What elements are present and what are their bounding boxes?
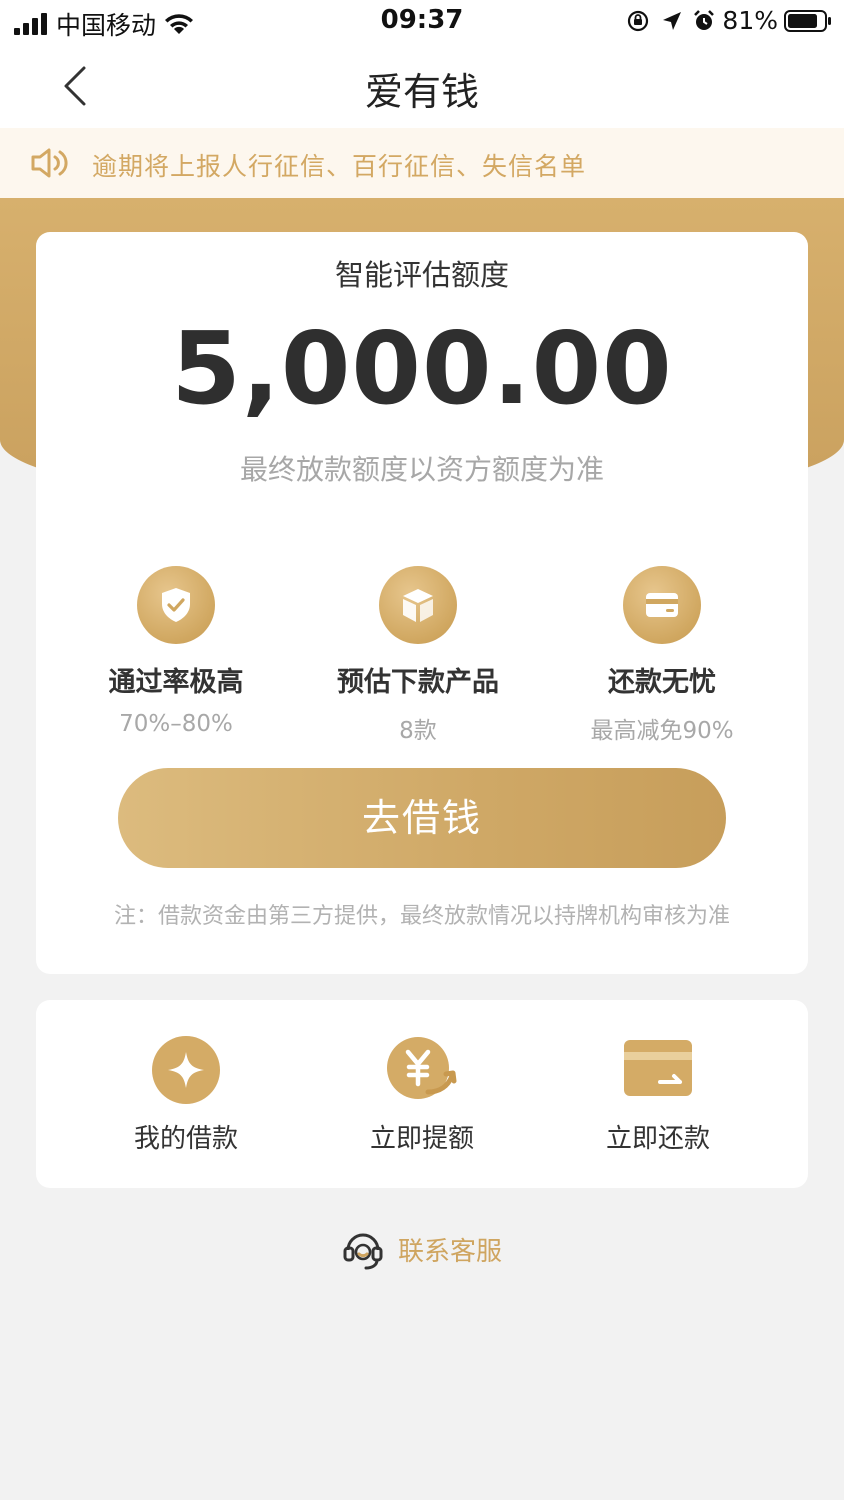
- raise-limit-button[interactable]: 立即提额: [322, 1034, 522, 1155]
- my-loans-button[interactable]: 我的借款: [86, 1034, 286, 1155]
- quick-action-label: 我的借款: [133, 1124, 238, 1154]
- customer-service-inner: 联系客服: [342, 1228, 502, 1270]
- quick-action-label: 立即还款: [605, 1124, 710, 1154]
- box-icon: [379, 566, 457, 644]
- notice-text: 逾期将上报人行征信、百行征信、失信名单: [92, 152, 587, 181]
- headset-icon: [343, 1233, 383, 1270]
- battery-icon: [784, 9, 831, 32]
- disclaimer-text: 注：借款资金由第三方提供，最终放款情况以持牌机构审核为准: [113, 904, 730, 929]
- credit-card: 智能评估额度 5,000.00 最终放款额度以资方额度为准 通过率极高 70%–…: [36, 232, 808, 974]
- feature-sub: 8款: [399, 718, 437, 744]
- shield-check-icon: [137, 566, 215, 644]
- status-bar: 中国移动 09:37 81%: [0, 0, 844, 44]
- feature-sub: 70%–80%: [119, 711, 233, 737]
- status-right: 81%: [626, 6, 832, 35]
- feature-label: 通过率极高: [108, 667, 244, 698]
- diamond-icon: [150, 1034, 222, 1106]
- customer-service-label: 联系客服: [397, 1236, 502, 1267]
- yen-up-icon: [386, 1034, 458, 1106]
- quick-actions-card: 我的借款 立即提额 立即还款: [36, 1000, 808, 1188]
- page-title: 爱有钱: [364, 70, 479, 114]
- repay-now-button[interactable]: 立即还款: [558, 1034, 758, 1155]
- credit-amount: 5,000.00: [171, 310, 673, 427]
- feature-repayment: 还款无忧 最高减免90%: [542, 566, 782, 745]
- repay-card-icon: [622, 1034, 694, 1106]
- borrow-button[interactable]: 去借钱: [118, 768, 726, 868]
- speaker-icon: [31, 148, 68, 178]
- notice-bar: 逾期将上报人行征信、百行征信、失信名单: [0, 128, 844, 198]
- feature-label: 还款无忧: [608, 667, 716, 698]
- feature-label: 预估下款产品: [337, 667, 499, 698]
- rotation-lock-icon: [628, 10, 649, 31]
- quick-action-label: 立即提额: [369, 1124, 474, 1154]
- credit-subnote: 最终放款额度以资方额度为准: [239, 453, 604, 486]
- location-icon: [663, 11, 682, 30]
- feature-sub: 最高减免90%: [590, 718, 734, 744]
- battery-percent: 81%: [722, 6, 778, 35]
- feature-pass-rate: 通过率极高 70%–80%: [56, 566, 296, 737]
- customer-service-link[interactable]: 联系客服: [0, 1228, 844, 1274]
- feature-products: 预估下款产品 8款: [298, 566, 538, 745]
- credit-title: 智能评估额度: [334, 258, 509, 292]
- alarm-icon: [694, 9, 715, 30]
- card-icon: [623, 566, 701, 644]
- nav-bar: 爱有钱: [0, 44, 844, 128]
